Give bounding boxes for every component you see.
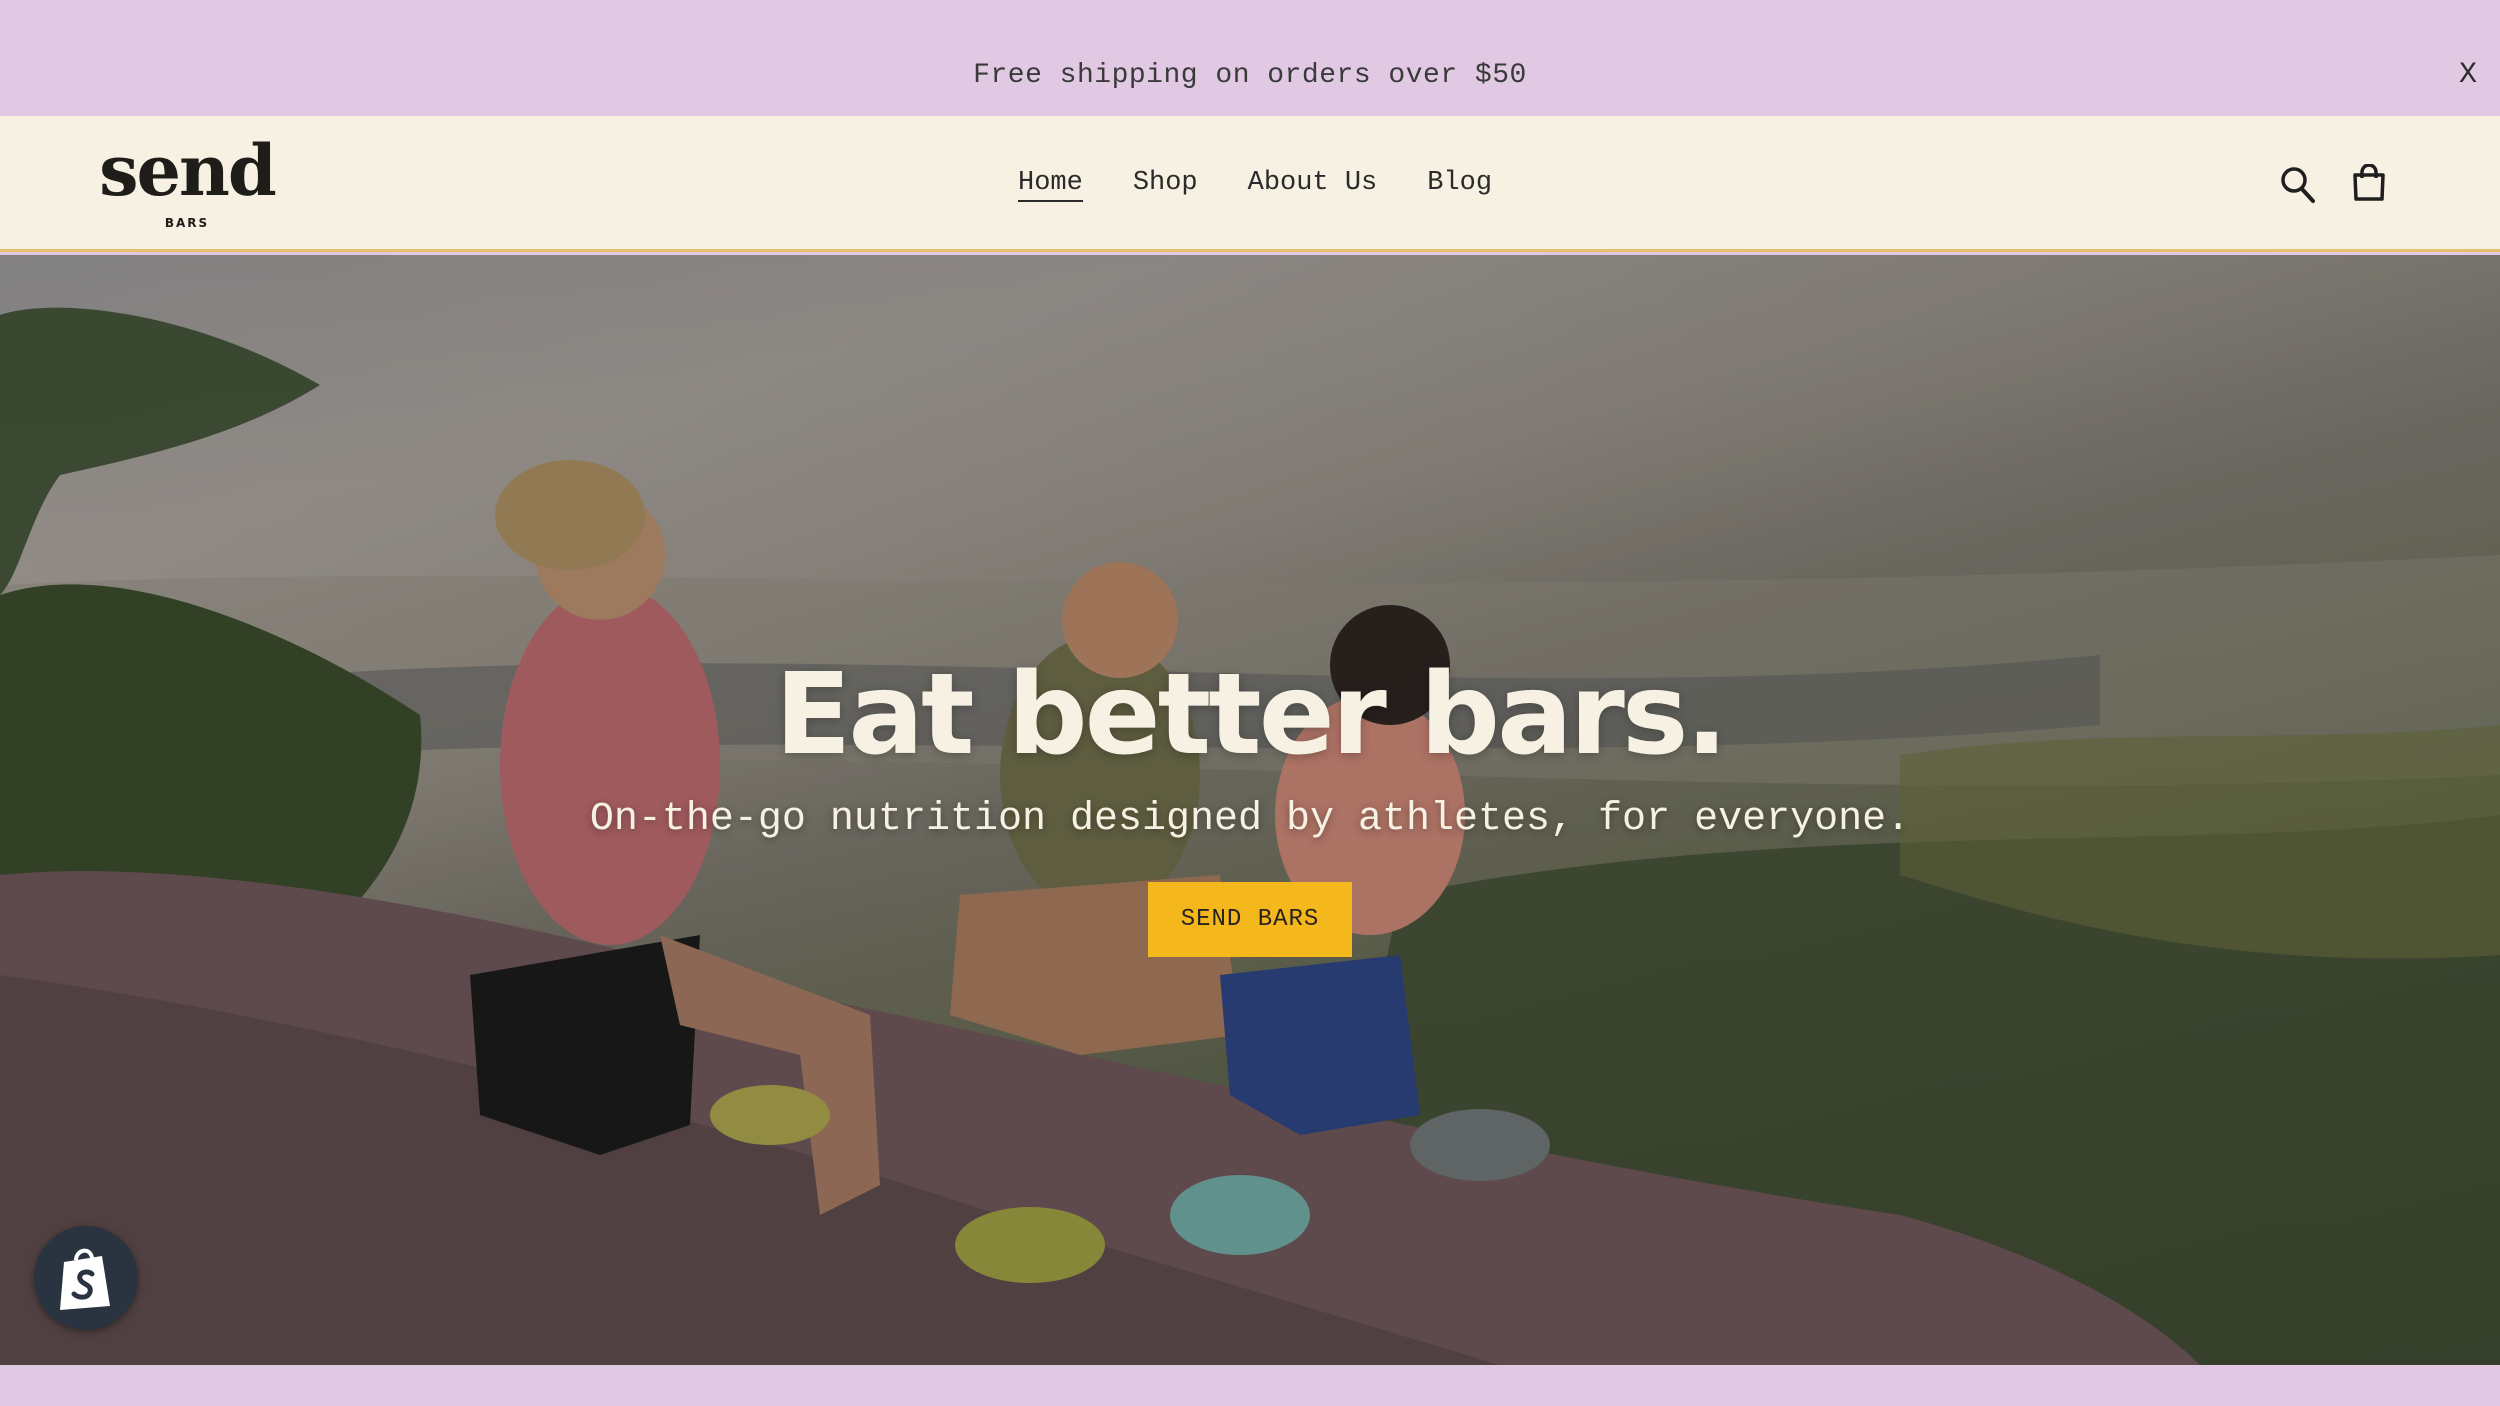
nav-item-shop[interactable]: Shop: [1133, 168, 1198, 202]
logo-subtext: BARS: [164, 216, 210, 230]
bottom-strip: [0, 1365, 2500, 1406]
cart-icon[interactable]: [2352, 163, 2386, 207]
site-header: send BARS Home Shop About Us Blog: [0, 116, 2500, 252]
hero-subtitle: On-the-go nutrition designed by athletes…: [589, 797, 1911, 842]
announcement-close-button[interactable]: X: [2450, 58, 2486, 92]
announcement-text: Free shipping on orders over $50: [973, 60, 1527, 91]
send-bars-button[interactable]: SEND BARS: [1147, 882, 1353, 957]
shopify-bag-icon: [60, 1248, 110, 1310]
nav-item-blog[interactable]: Blog: [1427, 168, 1492, 202]
nav-item-about-us[interactable]: About Us: [1248, 168, 1378, 202]
hero-content: Eat better bars. On-the-go nutrition des…: [0, 655, 2500, 957]
hero-title: Eat better bars.: [774, 650, 1728, 780]
shopify-badge-button[interactable]: [34, 1226, 138, 1330]
announcement-bar: Free shipping on orders over $50 X: [0, 0, 2500, 116]
page: Free shipping on orders over $50 X send …: [0, 0, 2500, 1406]
logo-wordmark: send: [99, 129, 277, 212]
main-nav: Home Shop About Us Blog: [1018, 168, 1492, 202]
nav-item-home[interactable]: Home: [1018, 168, 1083, 202]
logo[interactable]: send BARS: [92, 136, 282, 236]
search-icon[interactable]: [2280, 166, 2316, 209]
hero-banner: Eat better bars. On-the-go nutrition des…: [0, 255, 2500, 1365]
